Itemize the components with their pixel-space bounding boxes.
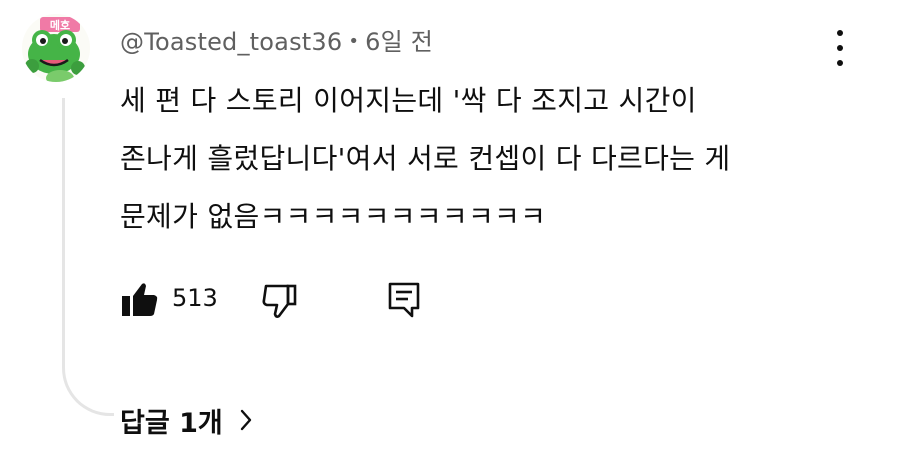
comment-text-line: 존나게 흘렀답니다'여서 서로 컨셉이 다 다르다는 게 xyxy=(120,142,731,175)
comment-body: 세 편 다 스토리 이어지는데 '싹 다 조지고 시간이 존나게 흘렀답니다'여… xyxy=(120,72,820,246)
comment-text-line: 문제가 없음ㅋㅋㅋㅋㅋㅋㅋㅋㅋㅋㅋ xyxy=(120,200,547,233)
replies-label: 답글 1개 xyxy=(120,407,223,439)
like-button[interactable] xyxy=(120,278,160,322)
thumbs-up-filled-icon xyxy=(122,283,158,316)
like-count: 513 xyxy=(172,284,218,312)
more-vertical-icon[interactable] xyxy=(822,28,858,68)
svg-text:메호: 메호 xyxy=(50,18,70,32)
avatar[interactable]: 메호 xyxy=(22,14,90,82)
comment-timestamp: 6일 전 xyxy=(365,28,434,56)
chevron-right-icon xyxy=(240,409,251,431)
view-replies-button[interactable]: 답글 1개 xyxy=(120,400,253,440)
meta-separator: • xyxy=(348,31,360,52)
comment-meta: @Toasted_toast36 • 6일 전 xyxy=(120,22,433,57)
reply-comment-icon xyxy=(388,282,420,318)
reply-thread-line xyxy=(62,98,114,416)
comment-text-line: 세 편 다 스토리 이어지는데 '싹 다 조지고 시간이 xyxy=(120,84,697,117)
dislike-button[interactable] xyxy=(258,278,302,322)
comment-actions: 513 xyxy=(120,278,440,322)
thumbs-down-outline-icon xyxy=(262,284,297,318)
frog-avatar-icon: 메호 xyxy=(22,14,90,82)
reply-button[interactable] xyxy=(382,278,426,322)
author-name[interactable]: @Toasted_toast36 xyxy=(120,28,342,56)
